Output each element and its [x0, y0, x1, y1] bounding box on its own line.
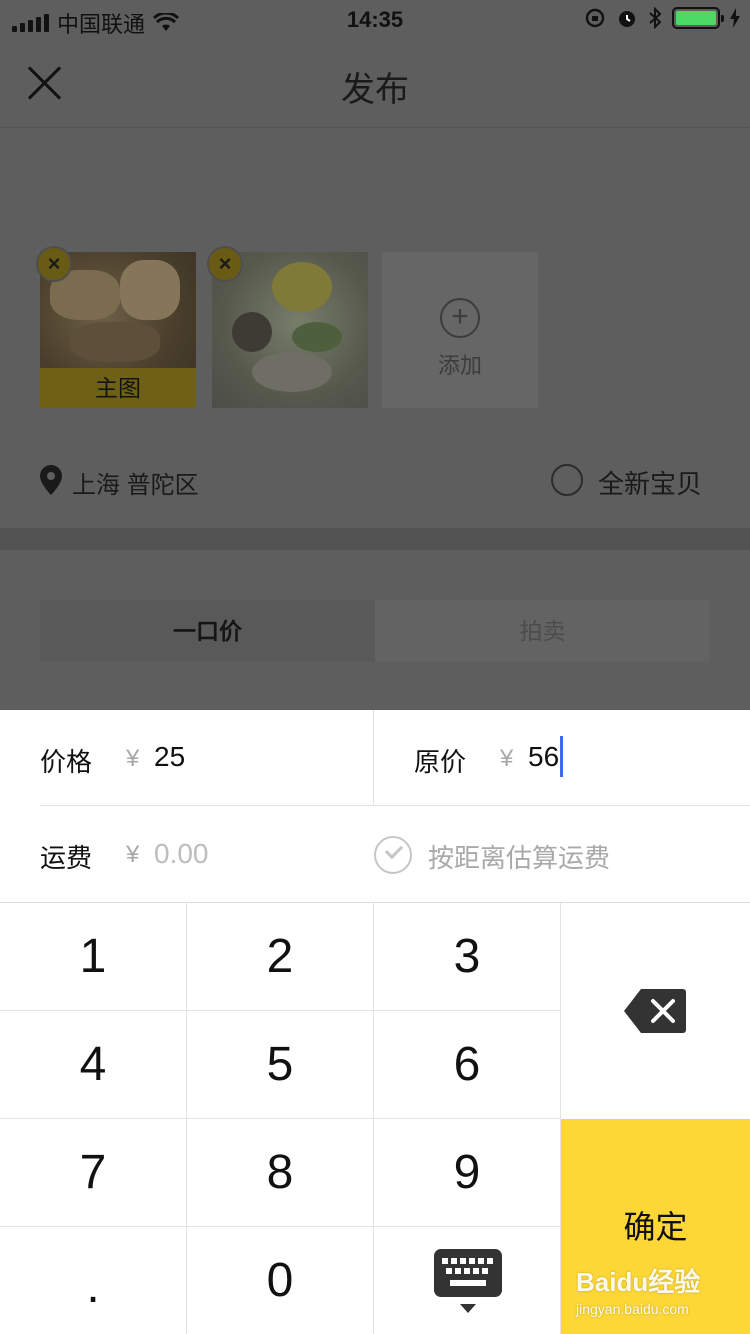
plus-icon: + [440, 298, 480, 338]
status-bar: 中国联通 14:35 [0, 0, 750, 40]
estimate-shipping-checkbox[interactable] [374, 836, 412, 874]
estimate-shipping-label[interactable]: 按距离估算运费 [428, 838, 610, 875]
alarm-icon [619, 11, 635, 27]
key-2[interactable]: 2 [187, 903, 374, 1011]
shipping-input[interactable]: 0.00 [154, 838, 209, 870]
rotation-lock-icon [585, 8, 605, 28]
price-input[interactable]: 25 [154, 741, 185, 773]
divider [373, 710, 374, 805]
text-cursor [560, 736, 563, 777]
status-right [584, 7, 740, 29]
page-title: 发布 [341, 71, 409, 109]
key-5[interactable]: 5 [187, 1011, 374, 1119]
key-decimal[interactable]: . [0, 1227, 187, 1334]
bluetooth-icon [649, 7, 662, 29]
remove-photo-button[interactable]: × [36, 246, 72, 282]
key-7[interactable]: 7 [0, 1119, 187, 1227]
remove-photo-button[interactable]: × [207, 246, 243, 282]
charging-icon [730, 8, 740, 28]
new-item-label[interactable]: 全新宝贝 [598, 464, 702, 501]
new-item-radio[interactable] [551, 464, 583, 496]
price-label: 价格 [40, 747, 93, 777]
divider [40, 805, 750, 806]
key-6[interactable]: 6 [374, 1011, 561, 1119]
key-4[interactable]: 4 [0, 1011, 187, 1119]
location-label[interactable]: 上海 普陀区 [72, 465, 199, 500]
original-price-input[interactable]: 56 [528, 741, 559, 773]
add-photo-label: 添加 [437, 353, 482, 378]
section-divider [0, 528, 750, 550]
tab-fixed-price[interactable]: 一口价 [40, 600, 375, 662]
key-1[interactable]: 1 [0, 903, 187, 1011]
main-photo-label: 主图 [40, 368, 196, 408]
currency-symbol: ¥ [126, 841, 140, 868]
backspace-icon [624, 989, 686, 1033]
key-3[interactable]: 3 [374, 903, 561, 1011]
nav-bar: 发布 [0, 40, 750, 128]
delete-button[interactable] [561, 903, 750, 1119]
tab-auction[interactable]: 拍卖 [375, 600, 710, 662]
key-8[interactable]: 8 [187, 1119, 374, 1227]
battery-icon [672, 7, 724, 29]
watermark-text: Baidu经验 [576, 1267, 701, 1297]
shipping-label: 运费 [40, 843, 93, 873]
keyboard-hide-icon [434, 1249, 502, 1313]
original-price-label: 原价 [414, 747, 467, 777]
key-9[interactable]: 9 [374, 1119, 561, 1227]
price-type-segment: 一口价 拍卖 [40, 600, 710, 662]
key-0[interactable]: 0 [187, 1227, 374, 1334]
add-photo-button[interactable]: + 添加 [382, 252, 538, 408]
watermark-url: jingyan.baidu.com [576, 1301, 689, 1317]
currency-symbol: ¥ [500, 745, 514, 772]
hide-keyboard-button[interactable] [374, 1227, 561, 1334]
watermark-logo: Baidu经验 jingyan.baidu.com [576, 1262, 700, 1317]
location-pin-icon [40, 465, 62, 495]
currency-symbol: ¥ [126, 745, 140, 772]
